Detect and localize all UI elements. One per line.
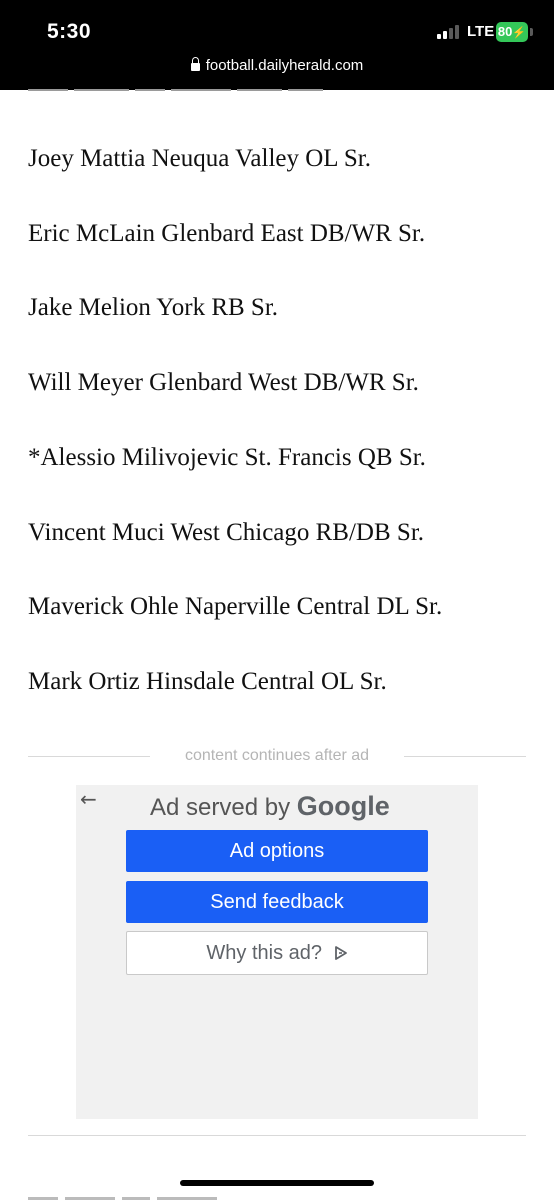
battery-cap <box>530 28 533 36</box>
home-indicator[interactable] <box>180 1180 374 1186</box>
send-feedback-button[interactable]: Send feedback <box>126 881 428 923</box>
charging-bolt-icon: ⚡ <box>512 27 527 39</box>
url-domain: football.dailyherald.com <box>205 57 364 74</box>
roster-entry: Will Meyer Glenbard West DB/WR Sr. <box>28 369 419 396</box>
divider <box>28 1135 526 1136</box>
roster-entry: Maverick Ohle Naperville Central DL Sr. <box>28 593 443 620</box>
ad-options-button[interactable]: Ad options <box>126 830 428 872</box>
cellular-signal-icon <box>437 25 463 39</box>
adchoices-icon <box>334 946 347 960</box>
roster-entry: Eric McLain Glenbard East DB/WR Sr. <box>28 220 426 247</box>
ad-separator: content continues after ad <box>28 745 526 767</box>
lock-icon <box>190 57 200 71</box>
clipped-text-line <box>28 86 358 94</box>
browser-chrome: 5:30 LTE 80⚡ football.dailyherald.com <box>0 0 554 90</box>
ad-separator-label: content continues after ad <box>184 747 370 764</box>
why-this-ad-button[interactable]: Why this ad? <box>126 931 428 975</box>
roster-entry: Joey Mattia Neuqua Valley OL Sr. <box>28 145 371 172</box>
roster-entry: *Alessio Milivojevic St. Francis QB Sr. <box>28 444 426 471</box>
why-this-ad-label: Why this ad? <box>206 942 323 964</box>
ad-served-by-text: Ad served by <box>150 794 291 821</box>
roster-entry: Mark Ortiz Hinsdale Central OL Sr. <box>28 668 387 695</box>
roster-entry: Vincent Muci West Chicago RB/DB Sr. <box>28 519 425 546</box>
ad-container: ← Ad served by Google Ad options Send fe… <box>76 785 478 1119</box>
address-bar[interactable]: football.dailyherald.com <box>0 57 554 74</box>
roster-entry: Jake Melion York RB Sr. <box>28 294 279 321</box>
clipped-text-line <box>28 1193 268 1200</box>
network-type: LTE <box>467 23 495 40</box>
back-arrow-icon[interactable]: ← <box>80 787 97 811</box>
battery-icon: 80⚡ <box>496 22 528 42</box>
ad-served-by: Ad served by Google <box>150 791 390 822</box>
status-time: 5:30 <box>47 20 92 43</box>
battery-level: 80 <box>497 24 513 39</box>
google-logo: Google <box>296 791 390 821</box>
